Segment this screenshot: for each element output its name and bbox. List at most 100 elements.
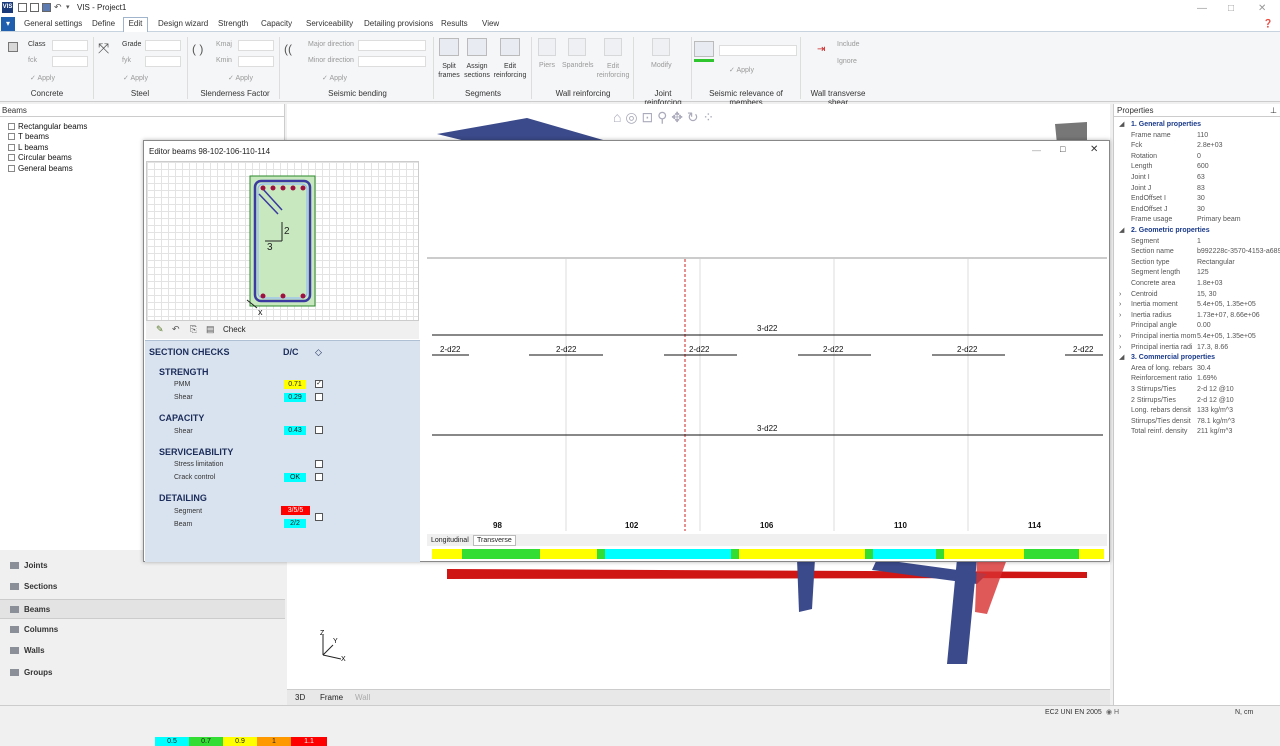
minor-direction-select[interactable] [358, 56, 426, 67]
property-row[interactable]: Reinforcement ratio 1.69% [1118, 374, 1280, 385]
tab-design-wizard[interactable]: Design wizard [158, 18, 208, 32]
property-value[interactable]: 5.4e+05, 1.35e+05 [1197, 332, 1280, 342]
detailing-checkbox[interactable] [315, 513, 323, 521]
close-button[interactable]: ✕ [1258, 3, 1266, 14]
property-row[interactable]: Concrete area 1.8e+03 [1118, 279, 1280, 290]
pan-icon[interactable]: ✥ [671, 109, 683, 125]
property-row[interactable]: Segment length 125 [1118, 268, 1280, 279]
property-value[interactable]: 30 [1197, 194, 1280, 204]
help-icon[interactable]: ❓ [1263, 19, 1273, 28]
slenderness-apply-button[interactable]: ✓ Apply [228, 74, 253, 82]
property-value[interactable]: 1.73e+07, 8.66e+06 [1197, 311, 1280, 321]
nav-walls[interactable]: Walls [0, 641, 285, 661]
property-row[interactable]: Frame name 110 [1118, 131, 1280, 142]
edit-section-icon[interactable]: ✎ [156, 324, 164, 335]
editor-minimize-button[interactable]: — [1032, 145, 1041, 155]
wall-edit-reinforcing-icon[interactable] [604, 38, 622, 56]
property-value[interactable]: 133 kg/m^3 [1197, 406, 1280, 416]
view-tab-wall[interactable]: Wall [355, 693, 370, 702]
relevance-apply-button[interactable]: ✓ Apply [729, 66, 754, 74]
section-undo-icon[interactable]: ↶ [172, 324, 180, 335]
property-row[interactable]: › Inertia moment 5.4e+05, 1.35e+05 [1118, 300, 1280, 311]
pmm-dc-badge[interactable]: 0.71 [284, 380, 306, 389]
units-status[interactable]: N, cm [1235, 709, 1253, 716]
property-row[interactable]: Joint I 63 [1118, 173, 1280, 184]
zoom-window-icon[interactable]: ⊡ [641, 109, 653, 125]
property-row[interactable]: Area of long. rebars 30.4 [1118, 364, 1280, 375]
property-section-header[interactable]: ◢ 1. General properties [1118, 120, 1280, 131]
tab-edit[interactable]: Edit [123, 17, 148, 33]
edit-reinforcing-button[interactable]: Edit reinforcing [492, 62, 528, 80]
include-button[interactable]: Include [837, 41, 860, 48]
property-value[interactable]: 211 kg/m^3 [1197, 427, 1280, 437]
nav-sections[interactable]: Sections [0, 577, 285, 597]
steel-apply-button[interactable]: ✓ Apply [123, 74, 148, 82]
property-row[interactable]: Section type Rectangular [1118, 258, 1280, 269]
capacity-shear-checkbox[interactable] [315, 426, 323, 434]
property-row[interactable]: Fck 2.8e+03 [1118, 141, 1280, 152]
fck-input[interactable] [52, 56, 88, 67]
pmm-checkbox[interactable]: ✓ [315, 380, 323, 388]
stress-limitation-checkbox[interactable] [315, 460, 323, 468]
view-tab-3d[interactable]: 3D [295, 693, 305, 702]
property-row[interactable]: › Principal inertia radi 17.3, 8.66 [1118, 343, 1280, 354]
home-view-icon[interactable]: ⌂ [613, 109, 621, 125]
property-row[interactable]: Rotation 0 [1118, 152, 1280, 163]
property-row[interactable]: › Centroid 15, 30 [1118, 290, 1280, 301]
property-row[interactable]: EndOffset I 30 [1118, 194, 1280, 205]
tab-strength[interactable]: Strength [218, 18, 248, 32]
property-value[interactable]: Rectangular [1197, 258, 1280, 268]
relevance-select[interactable] [719, 45, 797, 56]
property-value[interactable]: Primary beam [1197, 215, 1280, 225]
property-value[interactable]: 0 [1197, 152, 1280, 162]
property-value[interactable]: 600 [1197, 162, 1280, 172]
property-value[interactable]: 2-d 12 @10 [1197, 396, 1280, 406]
kmaj-input[interactable] [238, 40, 274, 51]
property-row[interactable]: Frame usage Primary beam [1118, 215, 1280, 226]
tree-item-rectangular-beams[interactable]: Rectangular beams [8, 122, 87, 131]
property-row[interactable]: EndOffset J 30 [1118, 205, 1280, 216]
piers-button[interactable]: Piers [539, 62, 555, 69]
spandrels-icon[interactable] [568, 38, 586, 56]
property-row[interactable]: 3 Stirrups/Ties 2-d 12 @10 [1118, 385, 1280, 396]
editor-maximize-button[interactable]: □ [1060, 144, 1065, 154]
capacity-shear-dc-badge[interactable]: 0.43 [284, 426, 306, 435]
property-value[interactable]: 110 [1197, 131, 1280, 141]
view-options-icon[interactable]: ⁘ [703, 109, 715, 125]
major-direction-select[interactable] [358, 40, 426, 51]
beam-elevation-view[interactable]: 3-d22 3-d22 2-d22 2-d22 2-d22 2-d22 2-d2… [427, 257, 1107, 531]
modify-button[interactable]: Modify [651, 62, 672, 69]
modify-icon[interactable] [652, 38, 670, 56]
property-value[interactable]: 78.1 kg/m^3 [1197, 417, 1280, 427]
orbit-icon[interactable]: ◎ [625, 109, 637, 125]
strength-shear-checkbox[interactable] [315, 393, 323, 401]
property-value[interactable]: 1.69% [1197, 374, 1280, 384]
copy-icon[interactable]: ⎘ [190, 324, 197, 335]
check-button[interactable]: Check [223, 325, 246, 334]
property-row[interactable]: Stirrups/Ties densit 78.1 kg/m^3 [1118, 417, 1280, 428]
expand-icon[interactable]: › [1119, 300, 1121, 310]
expand-icon[interactable]: › [1119, 290, 1121, 300]
crack-control-checkbox[interactable] [315, 473, 323, 481]
assign-sections-icon[interactable] [467, 38, 487, 56]
property-value[interactable]: 2-d 12 @10 [1197, 385, 1280, 395]
view-tab-frame[interactable]: Frame [320, 693, 343, 702]
collapse-icon[interactable]: ◢ [1119, 353, 1124, 363]
kmin-input[interactable] [238, 56, 274, 67]
tree-item-circular-beams[interactable]: Circular beams [8, 153, 72, 162]
nav-groups[interactable]: Groups [0, 663, 285, 683]
tree-item-l-beams[interactable]: L beams [8, 143, 48, 152]
property-section-header[interactable]: ◢ 2. Geometric properties [1118, 226, 1280, 237]
tab-capacity[interactable]: Capacity [261, 18, 292, 32]
save-icon[interactable] [42, 3, 51, 12]
segment-detailing-badge[interactable]: 3/5/5 [281, 506, 310, 515]
minimize-button[interactable]: — [1197, 3, 1207, 14]
collapse-icon[interactable]: ◢ [1119, 226, 1124, 236]
app-menu-button[interactable]: ▾ [1, 17, 15, 31]
relevance-icon[interactable] [694, 41, 714, 57]
tab-define[interactable]: Define [92, 18, 115, 32]
rotate-icon[interactable]: ↻ [687, 109, 699, 125]
pin-icon[interactable]: ⊥ [1270, 106, 1277, 115]
undo-icon[interactable]: ↶ [54, 2, 62, 13]
new-file-icon[interactable] [18, 3, 27, 12]
